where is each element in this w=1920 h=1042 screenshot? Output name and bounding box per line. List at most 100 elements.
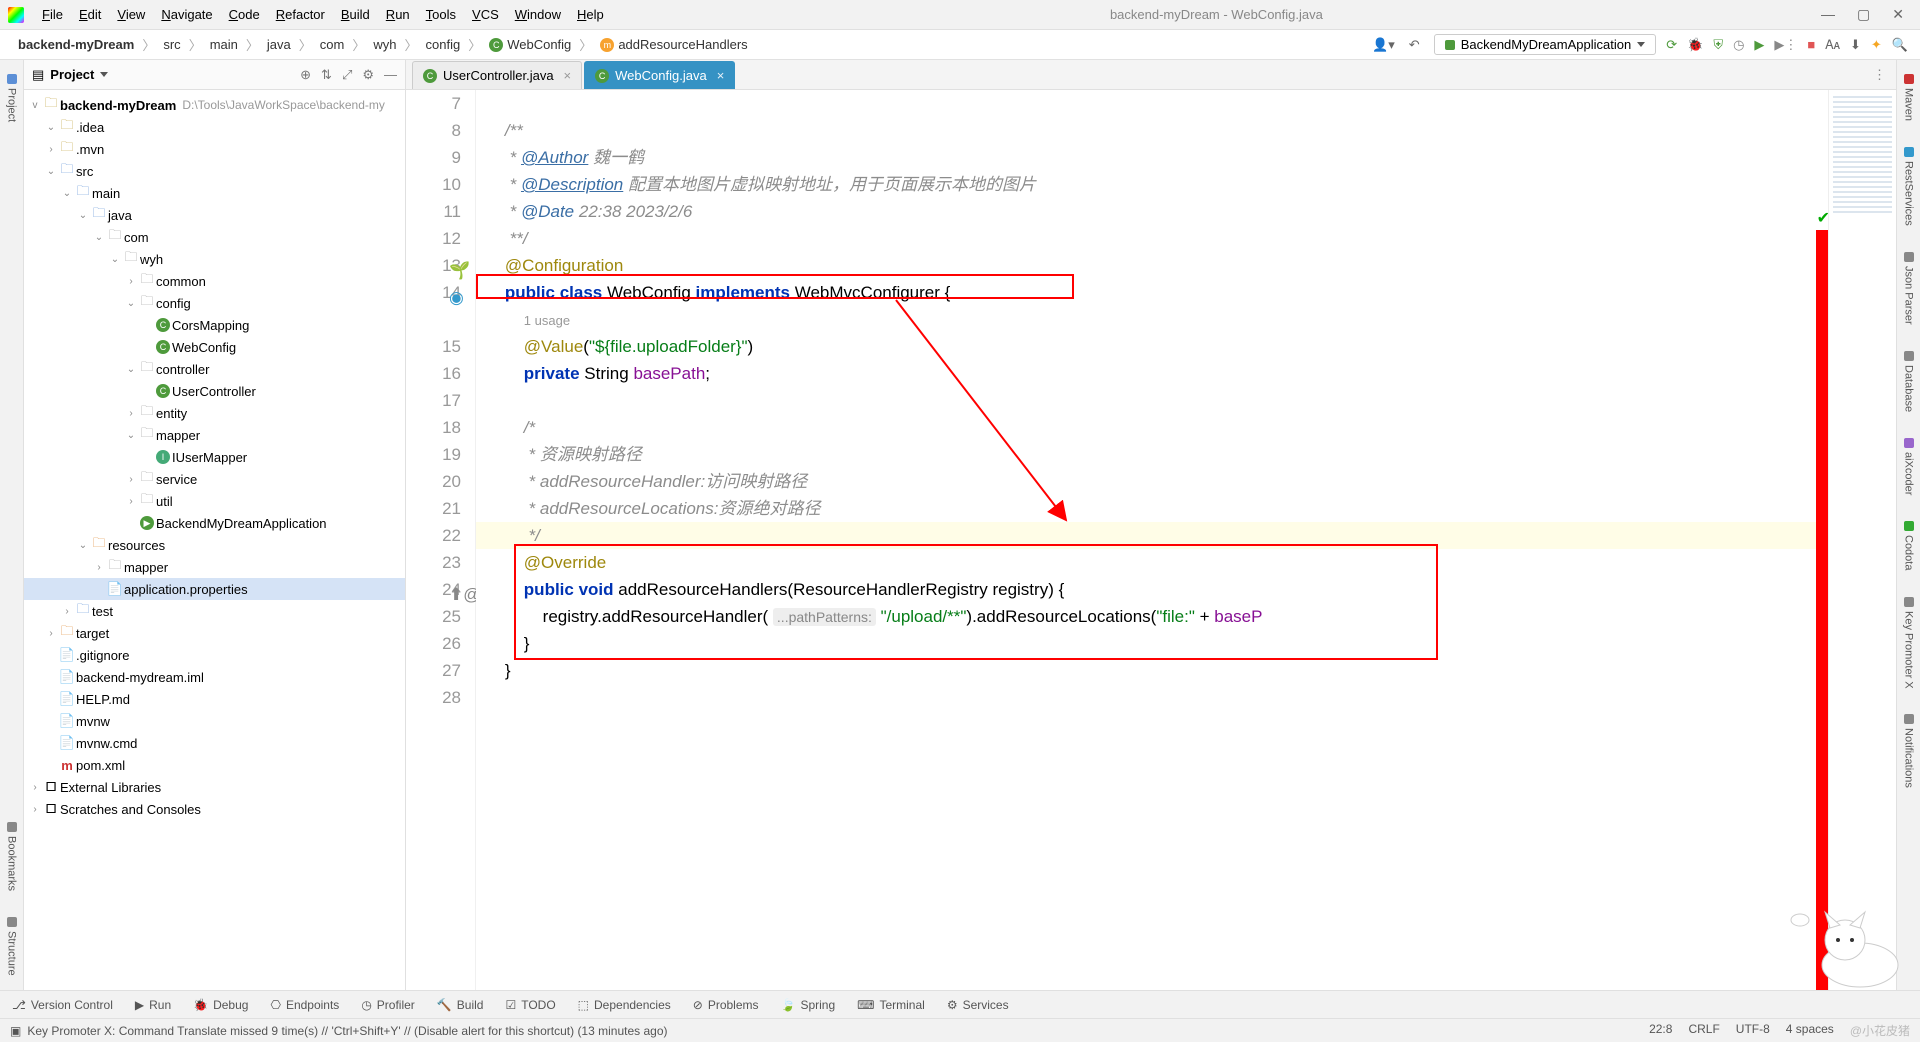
tree-item-resources[interactable]: ⌄🗀resources [24,534,405,556]
tab-close-icon[interactable]: × [717,68,725,83]
code-line-18[interactable]: /* [476,414,1828,441]
build-icon[interactable]: ⟳ [1666,37,1677,53]
toolwin-services[interactable]: ⚙Services [947,998,1009,1012]
tree-item-util[interactable]: ›🗀util [24,490,405,512]
tree-item-UserController[interactable]: CUserController [24,380,405,402]
toolwin-dependencies[interactable]: ⬚Dependencies [578,998,671,1012]
toolwin-todo[interactable]: ☑TODO [505,998,555,1012]
strip-structure[interactable]: Structure [4,911,20,982]
tree-item-com[interactable]: ⌄🗀com [24,226,405,248]
caret-position[interactable]: 22:8 [1649,1022,1672,1039]
git-pull-icon[interactable]: ⬇ [1850,37,1861,53]
code-line-8[interactable]: /** [476,117,1828,144]
crumb-backend-myDream[interactable]: backend-myDream [12,35,140,54]
code-line-9[interactable]: * @Author 魏一鹤 [476,144,1828,171]
code-line-22[interactable]: */ [476,522,1828,549]
tree-item-src[interactable]: ⌄🗀src [24,160,405,182]
strip-notifications[interactable]: Notifications [1901,708,1917,794]
tree-item-controller[interactable]: ⌄🗀controller [24,358,405,380]
tabs-overflow-button[interactable]: ⋮ [1863,61,1896,89]
tree-item-HELP.md[interactable]: 📄HELP.md [24,688,405,710]
tree-item-BackendMyDreamApplication[interactable]: ▶BackendMyDreamApplication [24,512,405,534]
settings-icon[interactable]: ⚙ [362,67,374,83]
coverage-icon[interactable]: ⛨ [1713,37,1723,53]
crumb-com[interactable]: com [314,35,351,54]
tab-UserController.java[interactable]: CUserController.java× [412,61,582,89]
menu-build[interactable]: Build [333,3,378,26]
undo-icon[interactable]: ↶ [1409,37,1420,53]
project-tree[interactable]: v🗀backend-myDreamD:\Tools\JavaWorkSpace\… [24,90,405,990]
menu-file[interactable]: File [34,3,71,26]
code-line-12[interactable]: **/ [476,225,1828,252]
crumb-src[interactable]: src [157,35,186,54]
close-button[interactable]: ✕ [1892,6,1904,23]
tree-item-mvnw[interactable]: 📄mvnw [24,710,405,732]
strip-maven[interactable]: Maven [1901,68,1917,127]
tree-item-.gitignore[interactable]: 📄.gitignore [24,644,405,666]
toolwin-profiler[interactable]: ◷Profiler [361,998,415,1012]
menu-run[interactable]: Run [378,3,418,26]
code-line-13[interactable]: @Configuration [476,252,1828,279]
menu-code[interactable]: Code [221,3,268,26]
strip-database[interactable]: Database [1901,345,1917,418]
code-line-10[interactable]: * @Description 配置本地图片虚拟映射地址，用于页面展示本地的图片 [476,171,1828,198]
strip-bookmarks[interactable]: Bookmarks [4,816,20,897]
menu-help[interactable]: Help [569,3,612,26]
code-line-inline[interactable]: 1 usage [476,306,1828,333]
tree-item-common[interactable]: ›🗀common [24,270,405,292]
code-line-20[interactable]: * addResourceHandler:访问映射路径 [476,468,1828,495]
editor-minimap[interactable] [1828,90,1896,990]
crumb-main[interactable]: main [204,35,244,54]
tree-item-mvnw.cmd[interactable]: 📄mvnw.cmd [24,732,405,754]
gutter-bean-icon[interactable]: 🌱 [449,257,463,271]
code-line-15[interactable]: @Value("${file.uploadFolder}") [476,333,1828,360]
search-icon[interactable]: 🔍 [1892,37,1908,53]
toolwin-terminal[interactable]: ⌨Terminal [857,998,925,1012]
gutter-ov-icon[interactable]: ⬆@ [449,581,463,595]
translate-icon[interactable]: 🗛 [1825,37,1840,53]
debug-icon[interactable]: 🐞 [1687,37,1703,53]
crumb-WebConfig[interactable]: CWebConfig [483,35,577,54]
tree-item-test[interactable]: ›🗀test [24,600,405,622]
ai-icon[interactable]: ✦ [1871,37,1882,53]
strip-key-promoter-x[interactable]: Key Promoter X [1901,591,1917,695]
toolwin-debug[interactable]: 🐞Debug [193,998,248,1012]
code-line-27[interactable]: } [476,657,1828,684]
crumb-config[interactable]: config [420,35,467,54]
tree-item-backend-mydream.iml[interactable]: 📄backend-mydream.iml [24,666,405,688]
tree-item-config[interactable]: ⌄🗀config [24,292,405,314]
tree-item-main[interactable]: ⌄🗀main [24,182,405,204]
code-line-7[interactable] [476,90,1828,117]
crumb-addResourceHandlers[interactable]: maddResourceHandlers [594,35,753,54]
crumb-wyh[interactable]: wyh [367,35,402,54]
toolwin-run[interactable]: ▶Run [135,998,171,1012]
code-line-25[interactable]: registry.addResourceHandler( ...pathPatt… [476,603,1828,630]
tree-extLib[interactable]: ›🞐External Libraries [24,776,405,798]
maximize-button[interactable]: ▢ [1857,6,1870,23]
strip-aixcoder[interactable]: aiXcoder [1901,432,1917,501]
file-encoding[interactable]: UTF-8 [1736,1022,1770,1039]
menu-view[interactable]: View [109,3,153,26]
code-line-19[interactable]: * 资源映射路径 [476,441,1828,468]
strip-json-parser[interactable]: Json Parser [1901,246,1917,331]
code-line-24[interactable]: public void addResourceHandlers(Resource… [476,576,1828,603]
menu-window[interactable]: Window [507,3,569,26]
code-line-26[interactable]: } [476,630,1828,657]
editor-content[interactable]: /** * @Author 魏一鹤 * @Description 配置本地图片虚… [476,90,1828,990]
minimize-button[interactable]: — [1821,6,1835,23]
toolwin-build[interactable]: 🔨Build [437,998,484,1012]
strip-project[interactable]: Project [4,68,20,128]
menu-refactor[interactable]: Refactor [268,3,333,26]
attach-icon[interactable]: ▶⋮ [1774,37,1797,53]
stop-button[interactable]: ■ [1807,37,1815,52]
code-line-14[interactable]: public class WebConfig implements WebMvc… [476,279,1828,306]
code-line-16[interactable]: private String basePath; [476,360,1828,387]
strip-restservices[interactable]: RestServices [1901,141,1917,232]
collapse-icon[interactable]: ⤢ [342,67,352,83]
locate-icon[interactable]: ⊕ [300,67,311,83]
toolwin-spring[interactable]: 🍃Spring [781,998,836,1012]
profile-icon[interactable]: ◷ [1733,37,1744,53]
toolwin-problems[interactable]: ⊘Problems [693,998,759,1012]
crumb-java[interactable]: java [261,35,297,54]
strip-codota[interactable]: Codota [1901,515,1917,576]
